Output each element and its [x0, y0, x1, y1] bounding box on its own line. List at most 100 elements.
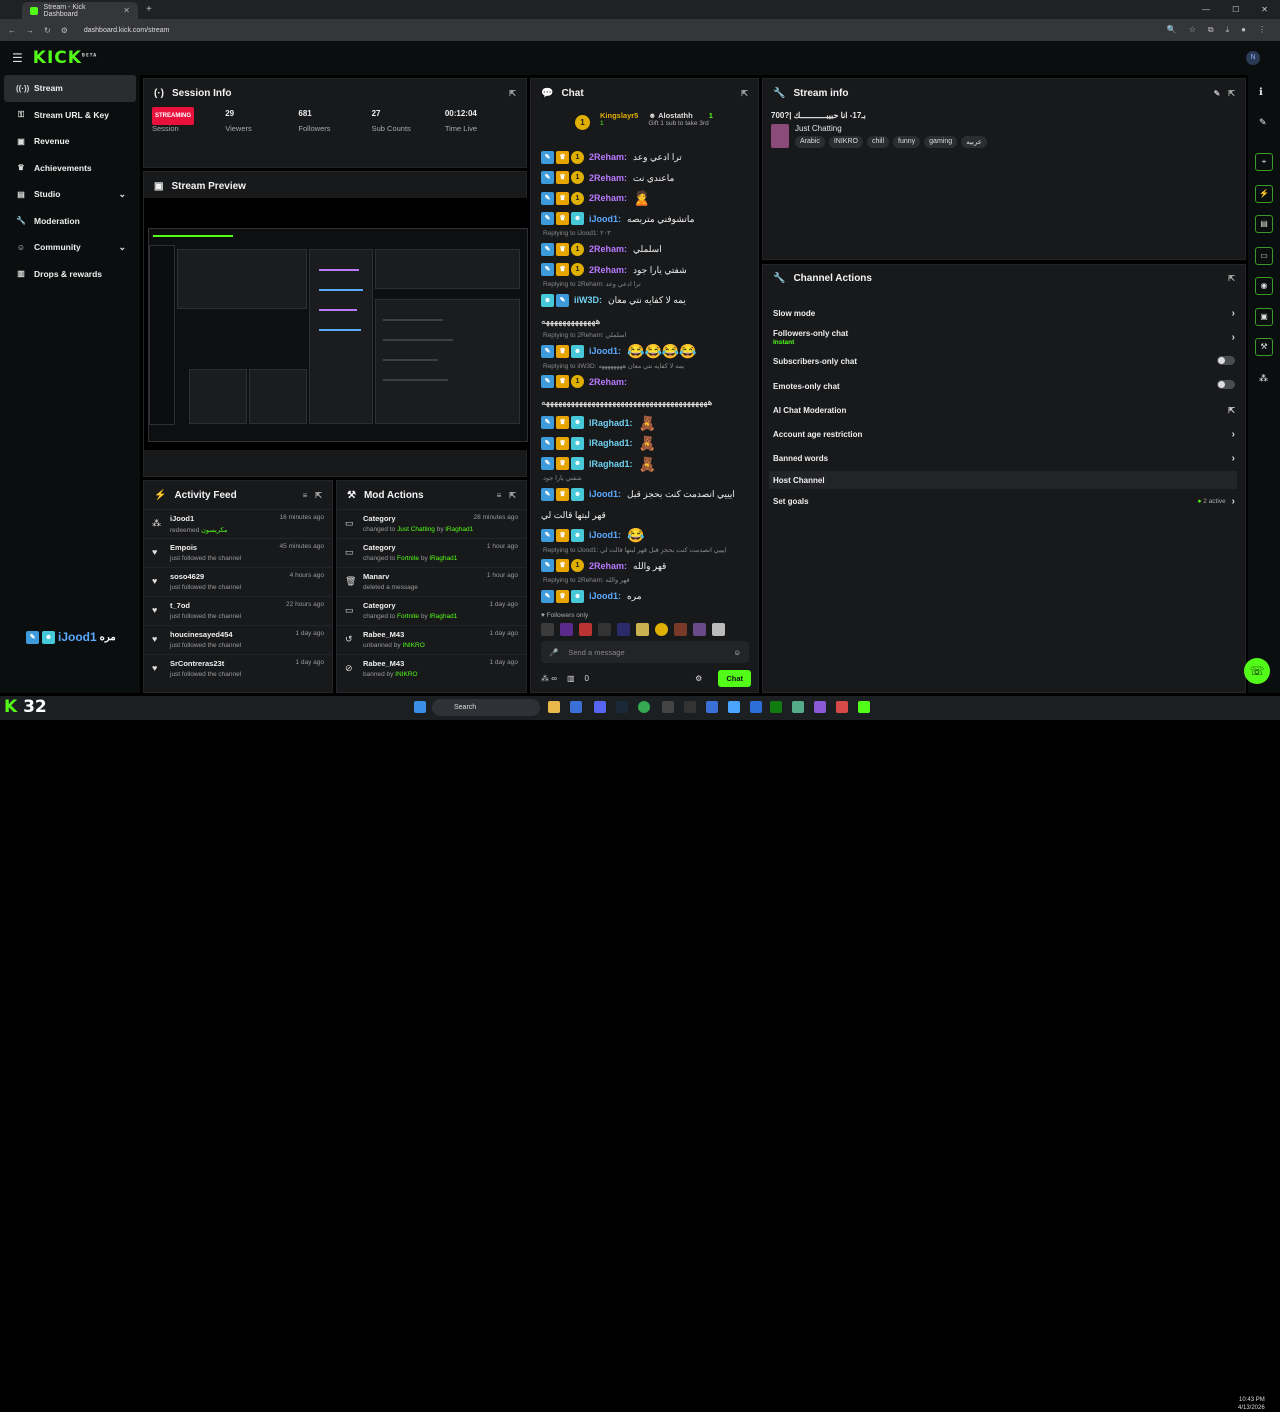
help-chat-button[interactable]: ☏ [1244, 658, 1270, 684]
chat-username[interactable]: lRaghad1: [589, 437, 633, 449]
wrench-icon[interactable]: ⚒ [1255, 338, 1273, 356]
layout-button[interactable]: ⌖ [1255, 153, 1273, 171]
system-clock[interactable]: 10:43 PM 4/13/2026 [1238, 1396, 1265, 1412]
chat-username[interactable]: 2Reham: [589, 264, 627, 276]
popout-icon[interactable]: ⇱ [509, 89, 516, 98]
set-goals-row[interactable]: Set goals ● 2 active › [763, 489, 1245, 513]
chat-message[interactable]: ✎ ♛ ☻ lRaghad1: 🧸 [531, 454, 758, 475]
sidebar-item-stream[interactable]: ((·)) Stream [4, 75, 136, 102]
emoji-picker-icon[interactable]: ☺ [733, 648, 741, 657]
maximize-icon[interactable]: ☐ [1232, 5, 1239, 14]
lightning-icon[interactable]: ⚡ [1255, 185, 1273, 203]
chat-message[interactable]: ✎ ♛ 1 2Reham: قهر والله [531, 556, 758, 577]
url-field[interactable]: dashboard.kick.com/stream [84, 27, 170, 34]
chat-message[interactable]: ✎ ♛ 1 2Reham: ترا ادعي وعد [531, 147, 758, 168]
start-menu-icon[interactable] [414, 701, 426, 713]
bookmark-star-icon[interactable]: ☆ [1189, 25, 1196, 35]
chat-message[interactable]: ✎ ♛ 1 2Reham: 🙎 [531, 188, 758, 209]
emote-icon[interactable] [636, 623, 649, 636]
chat-message[interactable]: ☻ ✎ iiW3D: يمه لا كفايه نتي معان [531, 290, 758, 311]
extensions-icon[interactable]: ⧉ [1208, 25, 1214, 35]
app-icon[interactable] [750, 701, 762, 713]
file-explorer-icon[interactable] [548, 701, 560, 713]
sidebar-item-stream-url-key[interactable]: ⚿ Stream URL & Key [4, 102, 136, 129]
close-window-icon[interactable]: ✕ [1261, 5, 1268, 14]
chrome-icon[interactable] [638, 701, 650, 713]
chat-username[interactable]: lRaghad1: [589, 458, 633, 470]
chat-input[interactable]: 🎤 Send a message ☺ [541, 641, 749, 663]
chat-username[interactable]: iJood1: [589, 345, 621, 357]
account-age-row[interactable]: Account age restriction › [763, 422, 1245, 446]
zoom-icon[interactable]: 🔍 [1167, 25, 1177, 35]
chat-message[interactable]: ✎ ♛ ☻ lRaghad1: 🧸 [531, 413, 758, 434]
edit-pencil-icon[interactable]: ✎ [1259, 117, 1267, 128]
sidebar-item-community[interactable]: ☺ Community ⌄ [4, 234, 136, 261]
emotes-only-toggle[interactable] [1217, 380, 1235, 390]
app-icon[interactable] [728, 701, 740, 713]
subscribers-only-toggle[interactable] [1217, 355, 1235, 365]
chat-username[interactable]: iJood1: [589, 213, 621, 225]
app-icon[interactable] [792, 701, 804, 713]
mic-icon[interactable]: 🎤 [549, 648, 558, 657]
popout-icon[interactable]: ⇱ [741, 89, 748, 98]
document-icon[interactable]: ▤ [1255, 215, 1273, 233]
emote-icon[interactable] [579, 623, 592, 636]
chat-username[interactable]: iJood1: [589, 488, 621, 500]
popout-icon[interactable]: ⇱ [1228, 274, 1235, 283]
gift-icon[interactable]: ▥ [567, 674, 575, 683]
discord-icon[interactable] [594, 701, 606, 713]
chat-bubble-icon[interactable]: ▭ [1255, 247, 1273, 265]
points-icon[interactable]: ⁂ ∞ [541, 674, 557, 683]
forward-icon[interactable]: → [26, 26, 34, 35]
download-icon[interactable]: ⤓ [1226, 25, 1230, 35]
chat-message[interactable]: ✎ ♛ ☻ iJood1: مره [531, 586, 758, 607]
app-icon[interactable] [684, 701, 696, 713]
gifter-name[interactable]: Kingslayr5 [600, 111, 638, 120]
banned-words-row[interactable]: Banned words › [763, 447, 1245, 471]
chat-username[interactable]: 2Reham: [589, 172, 627, 184]
chat-message[interactable]: ✎ ♛ ☻ iJood1: ايييي انصدمت كنت بحجز قبل [531, 484, 758, 505]
browser-tab[interactable]: Stream - Kick Dashboard ✕ [22, 2, 138, 19]
chat-message[interactable]: ✎ ♛ 1 2Reham: [531, 372, 758, 393]
app-icon[interactable] [814, 701, 826, 713]
community-icon[interactable]: ⁂ [1259, 373, 1268, 384]
emote-icon[interactable] [693, 623, 706, 636]
emote-icon[interactable] [674, 623, 687, 636]
app-icon[interactable] [706, 701, 718, 713]
filter-icon[interactable]: ≡ [497, 491, 502, 500]
profile-icon[interactable]: ● [1241, 25, 1246, 35]
video-player[interactable] [144, 198, 528, 450]
app-icon[interactable] [570, 701, 582, 713]
emote-icon[interactable] [560, 623, 573, 636]
steam-icon[interactable] [616, 701, 628, 713]
user-avatar[interactable]: N [1246, 51, 1260, 65]
kick-app-icon[interactable] [858, 701, 870, 713]
taskbar-search[interactable]: Search [432, 699, 540, 716]
chat-message[interactable]: ✎ ♛ ☻ iJood1: 😂😂😂😂 [531, 341, 758, 362]
card-icon[interactable]: ▣ [1255, 308, 1273, 326]
sidebar-item-drops-rewards[interactable]: ▥ Drops & rewards [4, 261, 136, 288]
chat-username[interactable]: 2Reham: [589, 243, 627, 255]
gifter-name[interactable]: Alostathh [658, 111, 693, 120]
new-tab-icon[interactable]: + [146, 4, 152, 15]
followers-only-row[interactable]: Followers-only chat Instant › [763, 325, 1245, 349]
chat-username[interactable]: 2Reham: [589, 151, 627, 163]
chat-message[interactable]: ✎ ♛ ☻ lRaghad1: 🧸 [531, 433, 758, 454]
chat-send-button[interactable]: Chat [718, 669, 751, 687]
emote-icon[interactable] [598, 623, 611, 636]
popout-icon[interactable]: ⇱ [315, 491, 322, 500]
slow-mode-row[interactable]: Slow mode › [763, 301, 1245, 325]
sidebar-item-studio[interactable]: ▤ Studio ⌄ [4, 181, 136, 208]
app-icon[interactable] [662, 701, 674, 713]
chat-message-list[interactable]: ✎ ♛ 1 2Reham: ترا ادعي وعد ✎ ♛ 1 2Reham: ماعندي ن… [531, 147, 758, 611]
chat-username[interactable]: 2Reham: [589, 192, 627, 204]
chat-message[interactable]: ✎ ♛ 1 2Reham: شفتي يارا جود [531, 260, 758, 281]
settings-gear-icon[interactable]: ⚙ [695, 674, 702, 683]
chat-username[interactable]: iJood1: [589, 590, 621, 602]
chat-username[interactable]: iJood1: [589, 529, 621, 541]
minimize-icon[interactable]: — [1202, 5, 1210, 14]
broadcast-icon[interactable]: ◉ [1255, 277, 1273, 295]
filter-icon[interactable]: ≡ [303, 491, 308, 500]
sidebar-item-revenue[interactable]: ▣ Revenue [4, 128, 136, 155]
reload-icon[interactable]: ↻ [44, 26, 51, 35]
